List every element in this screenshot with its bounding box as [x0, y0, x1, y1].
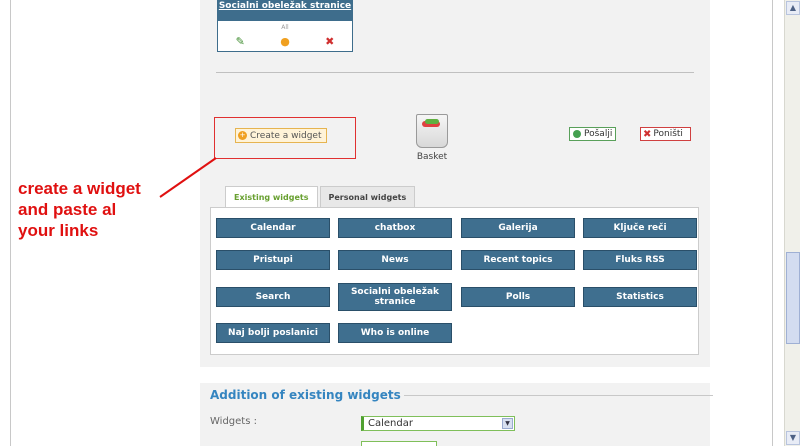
widget-button[interactable]: Naj bolji poslanici — [216, 323, 330, 343]
scroll-up-icon[interactable]: ▲ — [786, 1, 800, 15]
tab-personal-widgets[interactable]: Personal widgets — [319, 186, 416, 208]
scroll-thumb[interactable] — [786, 252, 800, 344]
widget-button[interactable]: Ključe reči — [583, 218, 697, 238]
widgets-grid: Calendar chatbox Galerija Ključe reči Pr… — [210, 207, 699, 355]
widget-select[interactable]: Calendar ▼ — [361, 416, 515, 431]
widgets-field-label: Widgets : — [210, 416, 257, 427]
widget-button[interactable]: News — [338, 250, 452, 270]
widget-button[interactable]: Galerija — [461, 218, 575, 238]
widget-button[interactable]: chatbox — [338, 218, 452, 238]
widget-button[interactable]: Statistics — [583, 287, 697, 307]
vertical-scrollbar[interactable]: ▲ ▼ — [784, 0, 800, 446]
widget-button[interactable]: Who is online — [338, 323, 452, 343]
widget-button[interactable]: Calendar — [216, 218, 330, 238]
secondary-select[interactable] — [361, 441, 437, 446]
addition-legend: Addition of existing widgets — [210, 388, 404, 402]
widget-button[interactable]: Fluks RSS — [583, 250, 697, 270]
legend-rule — [383, 395, 713, 396]
widget-button[interactable]: Socialni obeležak stranice — [338, 283, 452, 311]
widget-select-value: Calendar — [368, 418, 413, 429]
widget-button[interactable]: Pristupi — [216, 250, 330, 270]
chevron-down-icon[interactable]: ▼ — [502, 418, 513, 429]
widget-button[interactable]: Search — [216, 287, 330, 307]
widget-button[interactable]: Recent topics — [461, 250, 575, 270]
scroll-down-icon[interactable]: ▼ — [786, 431, 800, 445]
widget-tabs: Existing widgets Personal widgets — [225, 186, 416, 208]
widget-button[interactable]: Polls — [461, 287, 575, 307]
tab-existing-widgets[interactable]: Existing widgets — [225, 186, 318, 208]
